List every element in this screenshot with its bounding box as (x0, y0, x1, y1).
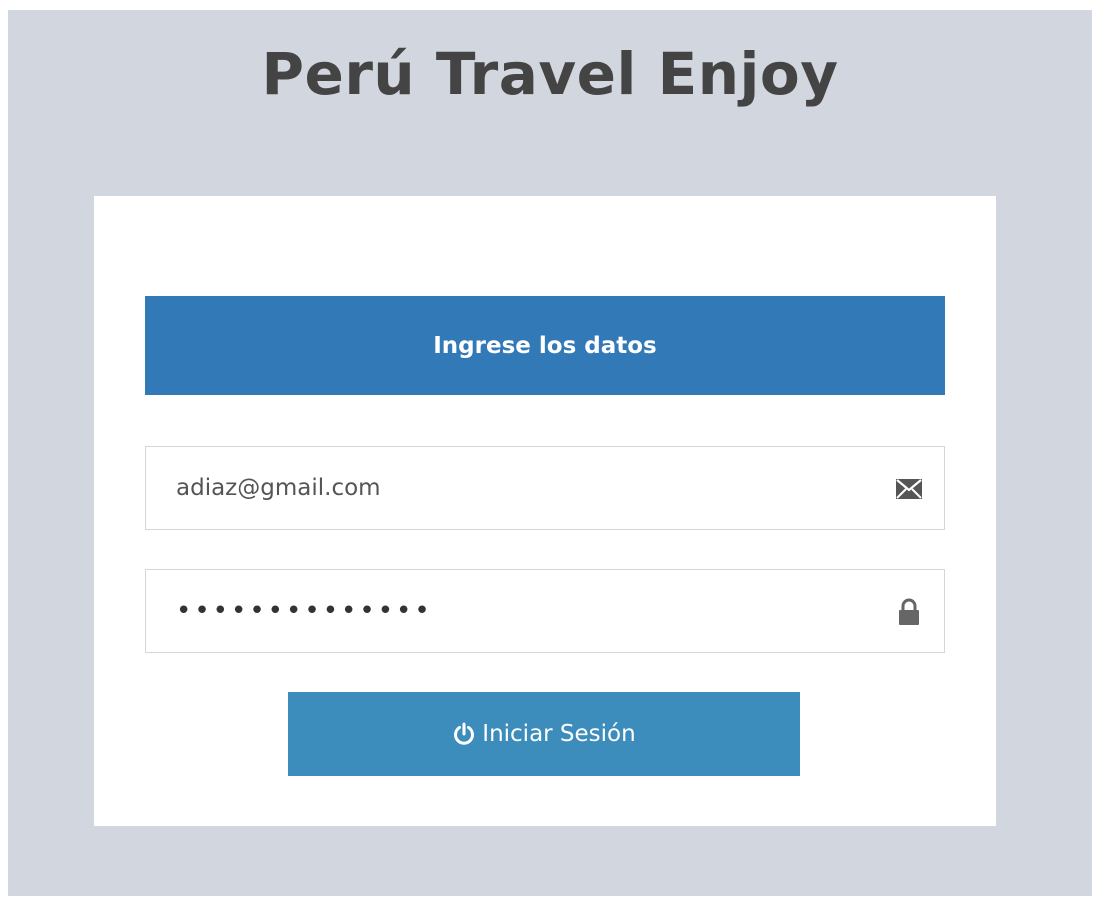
envelope-icon (894, 474, 924, 504)
login-page: Perú Travel Enjoy Ingrese los datos adia… (8, 10, 1092, 896)
login-box-heading: Ingrese los datos (145, 296, 945, 395)
page-title: Perú Travel Enjoy (261, 40, 839, 108)
power-icon (452, 722, 476, 746)
password-field (145, 569, 945, 653)
sign-in-button[interactable]: Iniciar Sesión (288, 692, 800, 776)
lock-icon (894, 597, 924, 627)
sign-in-label: Iniciar Sesión (482, 721, 636, 747)
login-box: Ingrese los datos adiaz@gmail.com ••••••… (94, 196, 996, 826)
email-input[interactable] (146, 447, 944, 529)
password-input[interactable] (146, 570, 944, 652)
email-field (145, 446, 945, 530)
